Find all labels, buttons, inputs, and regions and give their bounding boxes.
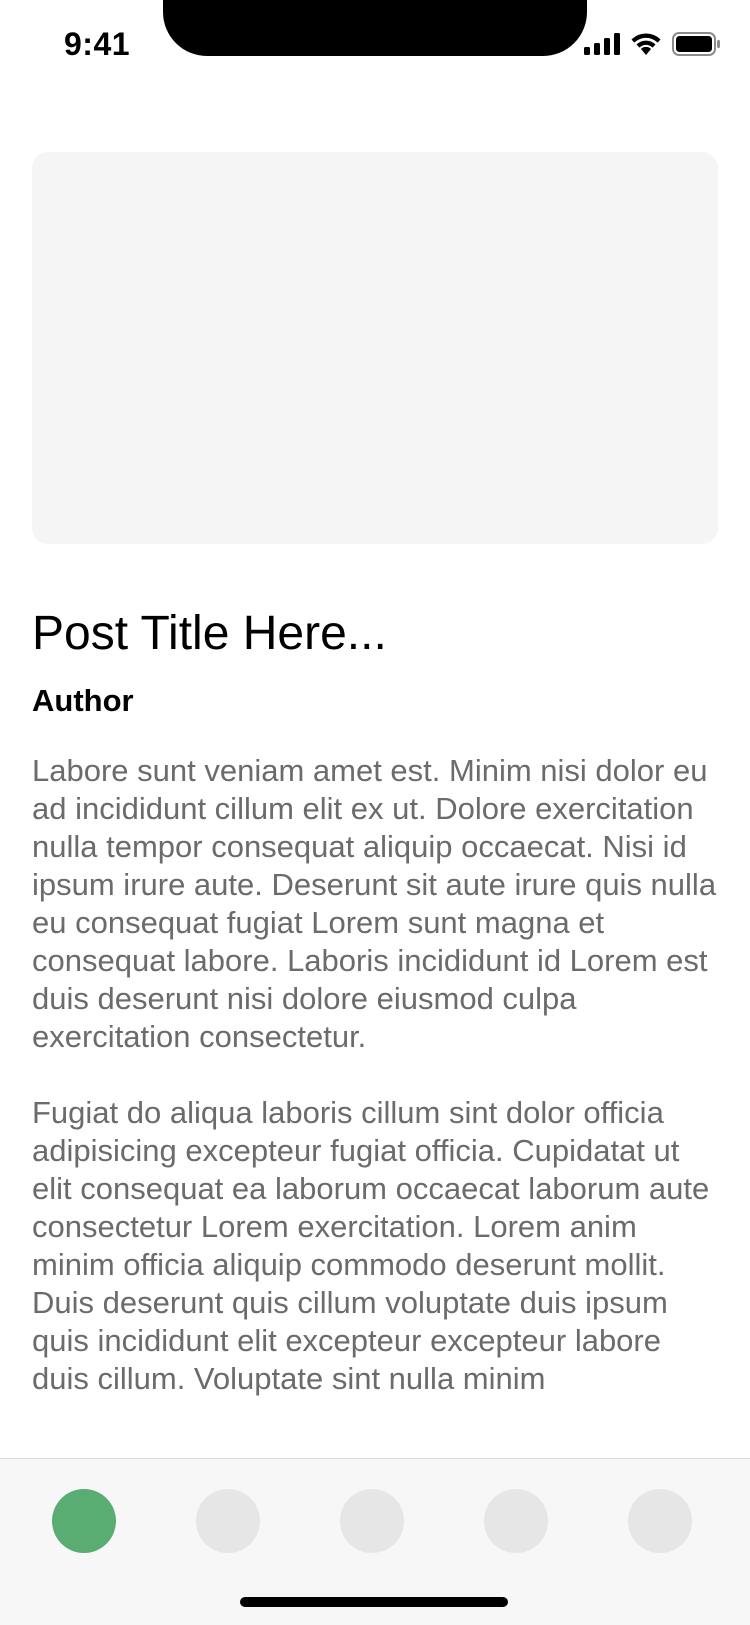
tab-item-4[interactable] — [484, 1489, 548, 1553]
status-bar: 9:41 — [0, 0, 750, 90]
cellular-signal-icon — [584, 33, 620, 55]
tab-bar — [0, 1458, 750, 1625]
post-body: Labore sunt veniam amet est. Minim nisi … — [32, 752, 722, 1452]
tab-item-2[interactable] — [196, 1489, 260, 1553]
device-notch — [163, 0, 587, 56]
status-icons — [584, 32, 720, 56]
tab-item-1[interactable] — [52, 1489, 116, 1553]
post-image-placeholder — [32, 152, 718, 544]
status-time: 9:41 — [64, 26, 131, 62]
post-paragraph: Labore sunt veniam amet est. Minim nisi … — [32, 753, 717, 1054]
tab-item-3[interactable] — [340, 1489, 404, 1553]
home-indicator[interactable] — [240, 1597, 508, 1607]
post-paragraph: Fugiat do aliqua laboris cillum sint dol… — [32, 1095, 710, 1396]
wifi-icon — [630, 32, 662, 56]
tab-item-5[interactable] — [628, 1489, 692, 1553]
post-author: Author — [32, 683, 134, 718]
post-title: Post Title Here... — [32, 607, 387, 660]
battery-icon — [672, 32, 720, 56]
